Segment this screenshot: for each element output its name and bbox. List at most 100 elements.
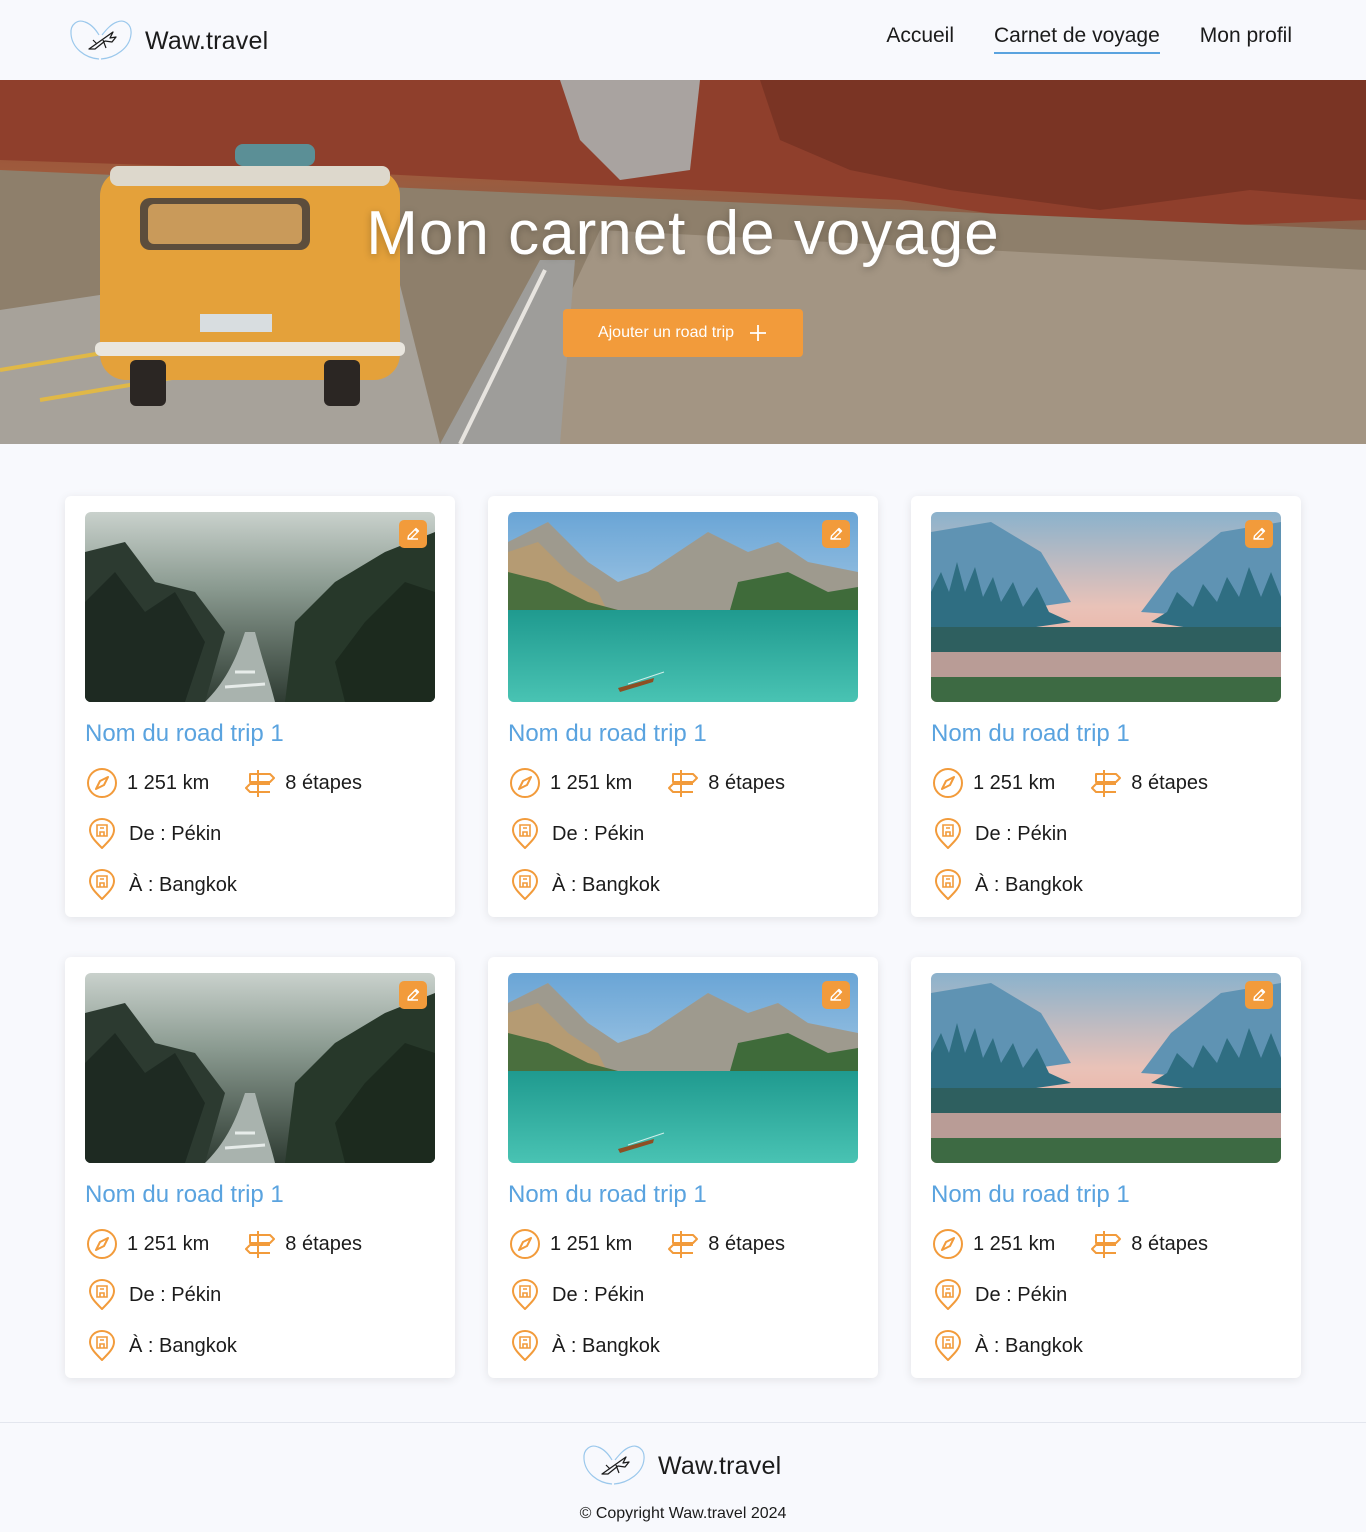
location-pin-icon [508,1329,542,1363]
landscape-photo [508,512,858,702]
road-trip-card[interactable]: Nom du road trip 1 1 251 km 8 étapes De … [911,957,1301,1378]
footer-logo[interactable]: Waw.travel [582,1443,781,1489]
location-pin-icon [931,817,965,851]
road-trip-image [508,512,858,702]
plus-icon [750,325,767,341]
road-trip-stats: 1 251 km 8 étapes [85,1227,435,1261]
location-pin-icon [508,817,542,851]
distance-stat: 1 251 km [508,1227,632,1261]
pencil-icon [1251,526,1267,542]
landscape-photo [85,512,435,702]
road-trip-card[interactable]: Nom du road trip 1 1 251 km 8 étapes De … [65,957,455,1378]
landscape-photo [508,973,858,1163]
site-header: Waw.travel Accueil Carnet de voyage Mon … [0,0,1366,80]
location-pin-icon [85,1329,119,1363]
departure-value: De : Pékin [975,1283,1068,1306]
arrival-row: À : Bangkok [85,868,435,902]
road-trip-card[interactable]: Nom du road trip 1 1 251 km 8 étapes De … [911,496,1301,917]
compass-icon [508,766,542,800]
steps-stat: 8 étapes [243,766,362,800]
road-trip-title: Nom du road trip 1 [508,720,707,747]
signpost-icon [243,766,277,800]
road-trip-stats: 1 251 km 8 étapes [931,1227,1281,1261]
road-trip-title: Nom du road trip 1 [931,720,1130,747]
steps-stat: 8 étapes [666,766,785,800]
departure-row: De : Pékin [931,1278,1281,1312]
edit-trip-button[interactable] [399,981,427,1009]
arrival-row: À : Bangkok [931,868,1281,902]
signpost-icon [666,1227,700,1261]
add-road-trip-button[interactable]: Ajouter un road trip [563,309,803,357]
main-nav: Accueil Carnet de voyage Mon profil [886,24,1292,54]
road-trip-card[interactable]: Nom du road trip 1 1 251 km 8 étapes De … [488,957,878,1378]
hero-banner: Mon carnet de voyage Ajouter un road tri… [0,80,1366,444]
arrival-value: À : Bangkok [552,1334,660,1357]
pencil-icon [1251,987,1267,1003]
compass-icon [931,766,965,800]
compass-icon [85,766,119,800]
signpost-icon [666,766,700,800]
site-footer: Waw.travel © Copyright Waw.travel 2024 [0,1422,1366,1532]
road-trip-title: Nom du road trip 1 [85,720,284,747]
brand-name: Waw.travel [145,26,269,55]
road-trip-image [85,512,435,702]
edit-trip-button[interactable] [399,520,427,548]
location-pin-icon [85,868,119,902]
arrival-value: À : Bangkok [552,873,660,896]
steps-stat: 8 étapes [666,1227,785,1261]
nav-link-mon-profil[interactable]: Mon profil [1200,24,1292,54]
location-pin-icon [508,1278,542,1312]
departure-row: De : Pékin [508,817,858,851]
landscape-photo [931,512,1281,702]
road-trip-image [508,973,858,1163]
landscape-photo [931,973,1281,1163]
distance-stat: 1 251 km [508,766,632,800]
distance-value: 1 251 km [127,1232,210,1255]
brand-logo[interactable]: Waw.travel [69,18,268,64]
road-trip-card[interactable]: Nom du road trip 1 1 251 km 8 étapes De … [488,496,878,917]
steps-stat: 8 étapes [1089,766,1208,800]
steps-stat: 8 étapes [243,1227,362,1261]
edit-trip-button[interactable] [822,520,850,548]
arrival-value: À : Bangkok [129,873,237,896]
edit-trip-button[interactable] [1245,981,1273,1009]
arrival-row: À : Bangkok [508,868,858,902]
distance-stat: 1 251 km [85,1227,209,1261]
copyright-text: © Copyright Waw.travel 2024 [579,1505,787,1522]
arrival-row: À : Bangkok [931,1329,1281,1363]
location-pin-icon [931,868,965,902]
arrival-value: À : Bangkok [129,1334,237,1357]
edit-trip-button[interactable] [822,981,850,1009]
steps-value: 8 étapes [708,1232,785,1255]
arrival-value: À : Bangkok [975,873,1083,896]
pencil-icon [405,526,421,542]
location-pin-icon [931,1329,965,1363]
departure-value: De : Pékin [975,822,1068,845]
nav-link-carnet-de-voyage[interactable]: Carnet de voyage [994,24,1160,54]
location-pin-icon [508,868,542,902]
nav-link-accueil[interactable]: Accueil [886,24,954,54]
plane-heart-logo-icon [69,18,133,64]
road-trip-card[interactable]: Nom du road trip 1 1 251 km 8 étapes De … [65,496,455,917]
road-trip-stats: 1 251 km 8 étapes [508,1227,858,1261]
footer-brand-name: Waw.travel [658,1451,782,1480]
departure-value: De : Pékin [552,822,645,845]
distance-value: 1 251 km [550,1232,633,1255]
pencil-icon [405,987,421,1003]
distance-stat: 1 251 km [85,766,209,800]
signpost-icon [243,1227,277,1261]
road-trip-grid: Nom du road trip 1 1 251 km 8 étapes De … [65,496,1301,1378]
road-trip-title: Nom du road trip 1 [508,1181,707,1208]
plane-heart-logo-icon [582,1443,646,1489]
landscape-photo [85,973,435,1163]
road-trip-image [85,973,435,1163]
departure-value: De : Pékin [552,1283,645,1306]
road-trip-stats: 1 251 km 8 étapes [508,766,858,800]
location-pin-icon [85,817,119,851]
edit-trip-button[interactable] [1245,520,1273,548]
compass-icon [508,1227,542,1261]
distance-stat: 1 251 km [931,1227,1055,1261]
arrival-value: À : Bangkok [975,1334,1083,1357]
signpost-icon [1089,1227,1123,1261]
steps-value: 8 étapes [1131,771,1208,794]
